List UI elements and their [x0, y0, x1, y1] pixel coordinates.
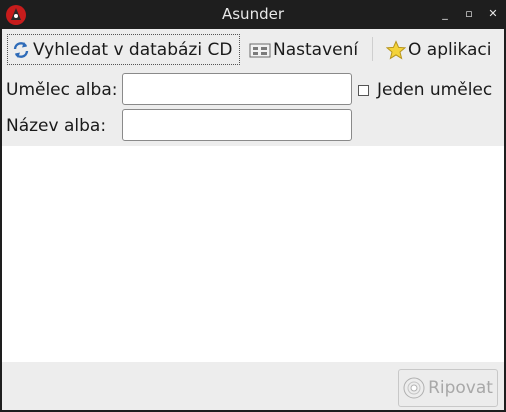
album-title-label: Název alba:	[6, 116, 107, 136]
rip-button[interactable]: Ripovat	[398, 369, 498, 407]
bottom-bar: Ripovat	[2, 362, 504, 410]
refresh-icon	[13, 41, 29, 58]
rip-label: Ripovat	[428, 378, 493, 398]
toolbar: Vyhledat v databázi CD Nastavení O aplik…	[2, 29, 504, 69]
about-button[interactable]: O aplikaci	[383, 34, 494, 65]
track-list[interactable]	[2, 146, 504, 362]
star-icon	[386, 39, 406, 59]
search-cddb-label: Vyhledat v databázi CD	[33, 39, 233, 60]
about-label: O aplikaci	[408, 39, 492, 60]
preferences-button[interactable]: Nastavení	[246, 34, 361, 65]
minimize-button[interactable]: _	[438, 7, 452, 21]
preferences-icon	[249, 43, 271, 57]
album-artist-label: Umělec alba:	[6, 80, 118, 100]
search-cddb-button[interactable]: Vyhledat v databázi CD	[7, 34, 240, 65]
main-area: Vyhledat v databázi CD Nastavení O aplik…	[2, 29, 504, 410]
single-artist-label: Jeden umělec	[377, 80, 493, 100]
single-artist-checkbox[interactable]: Jeden umělec	[358, 80, 492, 100]
album-artist-input[interactable]	[122, 73, 352, 105]
album-title-input[interactable]	[122, 109, 352, 141]
window-title: Asunder	[221, 5, 284, 23]
close-button[interactable]: ✕	[486, 7, 500, 21]
cd-icon	[403, 377, 425, 399]
album-info-form: Umělec alba: Jeden umělec Název alba:	[2, 69, 504, 146]
title-bar[interactable]: Asunder _ ▫ ✕	[0, 0, 506, 29]
toolbar-separator	[372, 37, 373, 61]
checkbox-box[interactable]	[358, 84, 369, 96]
asunder-window: Asunder _ ▫ ✕ Vyhledat v databázi CD Nas…	[0, 0, 506, 412]
maximize-button[interactable]: ▫	[462, 7, 476, 21]
preferences-label: Nastavení	[273, 39, 359, 60]
